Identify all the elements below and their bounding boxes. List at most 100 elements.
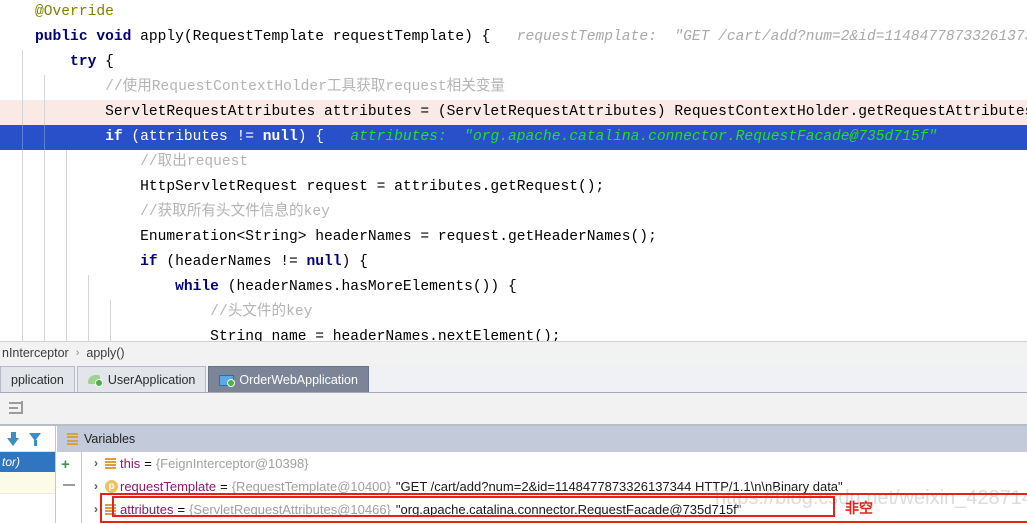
variable-type: {RequestTemplate@10400} [231,479,391,494]
object-icon [103,457,120,471]
tab-label: OrderWebApplication [239,372,358,387]
variable-name: requestTemplate [120,479,217,494]
variable-value: "org.apache.catalina.connector.RequestFa… [395,502,742,517]
tab-order-web-application[interactable]: OrderWebApplication [208,366,369,392]
code-editor[interactable]: @Override public void apply(RequestTempl… [0,0,1027,341]
code-line-text: @Override [0,4,114,20]
code-line[interactable]: //获取所有头文件信息的key [0,200,1027,225]
run-tab-bar[interactable]: pplication UserApplication OrderWebAppli… [0,364,1027,393]
code-token-cmt: //头文件的key [0,304,313,320]
code-line[interactable]: @Override [0,0,1027,25]
code-line[interactable]: ServletRequestAttributes attributes = (S… [0,100,1027,125]
code-token-kw: if [0,254,167,270]
code-line-text: if (headerNames != null) { [0,254,368,270]
code-token-anno: @Override [0,4,114,20]
code-line-text: while (headerNames.hasMoreElements()) { [0,279,517,295]
frame-row-selected[interactable]: tor) [0,452,55,472]
code-line-text: if (attributes != null) { attributes: "o… [0,129,937,145]
code-token-plain: { [105,54,114,70]
breadcrumb-item-class[interactable]: nInterceptor [0,346,71,360]
add-watch-icon[interactable]: + [61,457,78,473]
frames-column[interactable]: tor) [0,426,56,523]
tab-user-application[interactable]: UserApplication [76,366,207,392]
code-line-text: public void apply(RequestTemplate reques… [0,29,1027,45]
frames-toolbar[interactable] [0,426,55,452]
variable-row[interactable]: › attributes = {ServletRequestAttributes@10… [83,498,1027,521]
tab-label: pplication [11,372,64,387]
code-token-plain: (attributes != [131,129,263,145]
ide-debug-screen: @Override public void apply(RequestTempl… [0,0,1027,523]
code-line-text: String name = headerNames.nextElement(); [0,329,561,341]
restore-layout-icon[interactable] [9,401,25,415]
code-token-plain: ) { [341,254,368,270]
code-line[interactable]: Enumeration<String> headerNames = reques… [0,225,1027,250]
arrow-down-icon[interactable] [7,431,20,446]
code-line[interactable]: String name = headerNames.nextElement(); [0,325,1027,341]
variables-tab-label: Variables [84,432,136,446]
code-line[interactable]: //取出request [0,150,1027,175]
variable-row[interactable]: ›requestTemplate={RequestTemplate@10400}… [83,475,1027,498]
annotation-bar [100,493,102,523]
variables-tab-header[interactable]: Variables [57,426,1027,452]
equals-sign: = [177,502,186,517]
code-line[interactable]: try { [0,50,1027,75]
variable-row[interactable]: › this = {FeignInterceptor@10398} [83,452,1027,475]
code-line[interactable]: //头文件的key [0,300,1027,325]
variables-list[interactable]: ›this={FeignInterceptor@10398}›requestTe… [83,452,1027,523]
object-icon [103,503,120,517]
code-token-kw: null [306,254,342,270]
breadcrumb-separator: › [75,347,80,359]
code-line-text: ServletRequestAttributes attributes = (S… [0,104,1027,120]
code-token-kw: public void [0,29,141,45]
code-token-plain: apply(RequestTemplate requestTemplate) { [140,29,491,45]
code-token-plain: Enumeration<String> headerNames = reques… [0,229,657,245]
equals-sign: = [220,479,228,494]
code-lines[interactable]: @Override public void apply(RequestTempl… [0,0,1027,341]
code-token-cmt: //获取所有头文件信息的key [0,204,330,220]
code-token-kw: while [0,279,228,295]
code-line-text: Enumeration<String> headerNames = reques… [0,229,657,245]
code-token-plain: (headerNames != [166,254,307,270]
code-token-plain: ) { [297,129,325,145]
variable-type: {ServletRequestAttributes@10466} [189,502,391,517]
variable-type: {FeignInterceptor@10398} [155,456,309,471]
breadcrumb-item-method[interactable]: apply() [84,346,126,360]
code-line[interactable]: HttpServletRequest request = attributes.… [0,175,1027,200]
equals-sign: = [144,456,152,471]
frame-row[interactable] [0,472,55,494]
code-line[interactable]: if (headerNames != null) { [0,250,1027,275]
param-icon [103,479,120,494]
breadcrumb[interactable]: nInterceptor › apply() [0,341,1027,364]
debug-tool-strip[interactable] [0,393,1027,426]
variable-name: this [120,456,141,471]
code-token-plain: (headerNames.hasMoreElements()) { [227,279,517,295]
code-token-plain: String name = headerNames.nextElement(); [0,329,561,341]
code-line[interactable]: public void apply(RequestTemplate reques… [0,25,1027,50]
annotation-note: 非空 [845,500,873,516]
code-line-text: //获取所有头文件信息的key [0,204,330,220]
code-line-text: //头文件的key [0,304,312,320]
code-line[interactable]: if (attributes != null) { attributes: "o… [0,125,1027,150]
variables-icon [67,433,78,445]
code-token-cmt: //取出request [0,154,249,170]
code-token-kw: if [0,129,132,145]
code-line-text: //使用RequestContextHolder工具获取request相关变量 [0,79,505,95]
code-line[interactable]: //使用RequestContextHolder工具获取request相关变量 [0,75,1027,100]
leaf-icon [87,373,103,387]
code-token-plain: HttpServletRequest request = attributes.… [0,179,605,195]
code-token-kw: try [0,54,106,70]
code-token-kw: null [262,129,298,145]
variable-value: "GET /cart/add?num=2&id=1148477873326137… [395,479,843,494]
code-token-cmt: //使用RequestContextHolder工具获取request相关变量 [0,79,506,95]
tab-label: UserApplication [107,372,196,387]
code-token-plain: ServletRequestAttributes attributes = (S… [0,104,1027,120]
tab-pplication[interactable]: pplication [0,366,75,392]
minus-icon[interactable] [63,484,75,486]
code-line[interactable]: while (headerNames.hasMoreElements()) { [0,275,1027,300]
code-token-hint-g: attributes: "org.apache.catalina.connect… [324,129,938,145]
code-line-text: //取出request [0,154,248,170]
chevron-right-icon[interactable]: › [89,452,103,475]
code-token-hint: requestTemplate: "GET /cart/add?num=2&id… [516,29,1027,45]
code-line-text: try { [0,54,114,70]
funnel-icon[interactable] [29,432,42,446]
